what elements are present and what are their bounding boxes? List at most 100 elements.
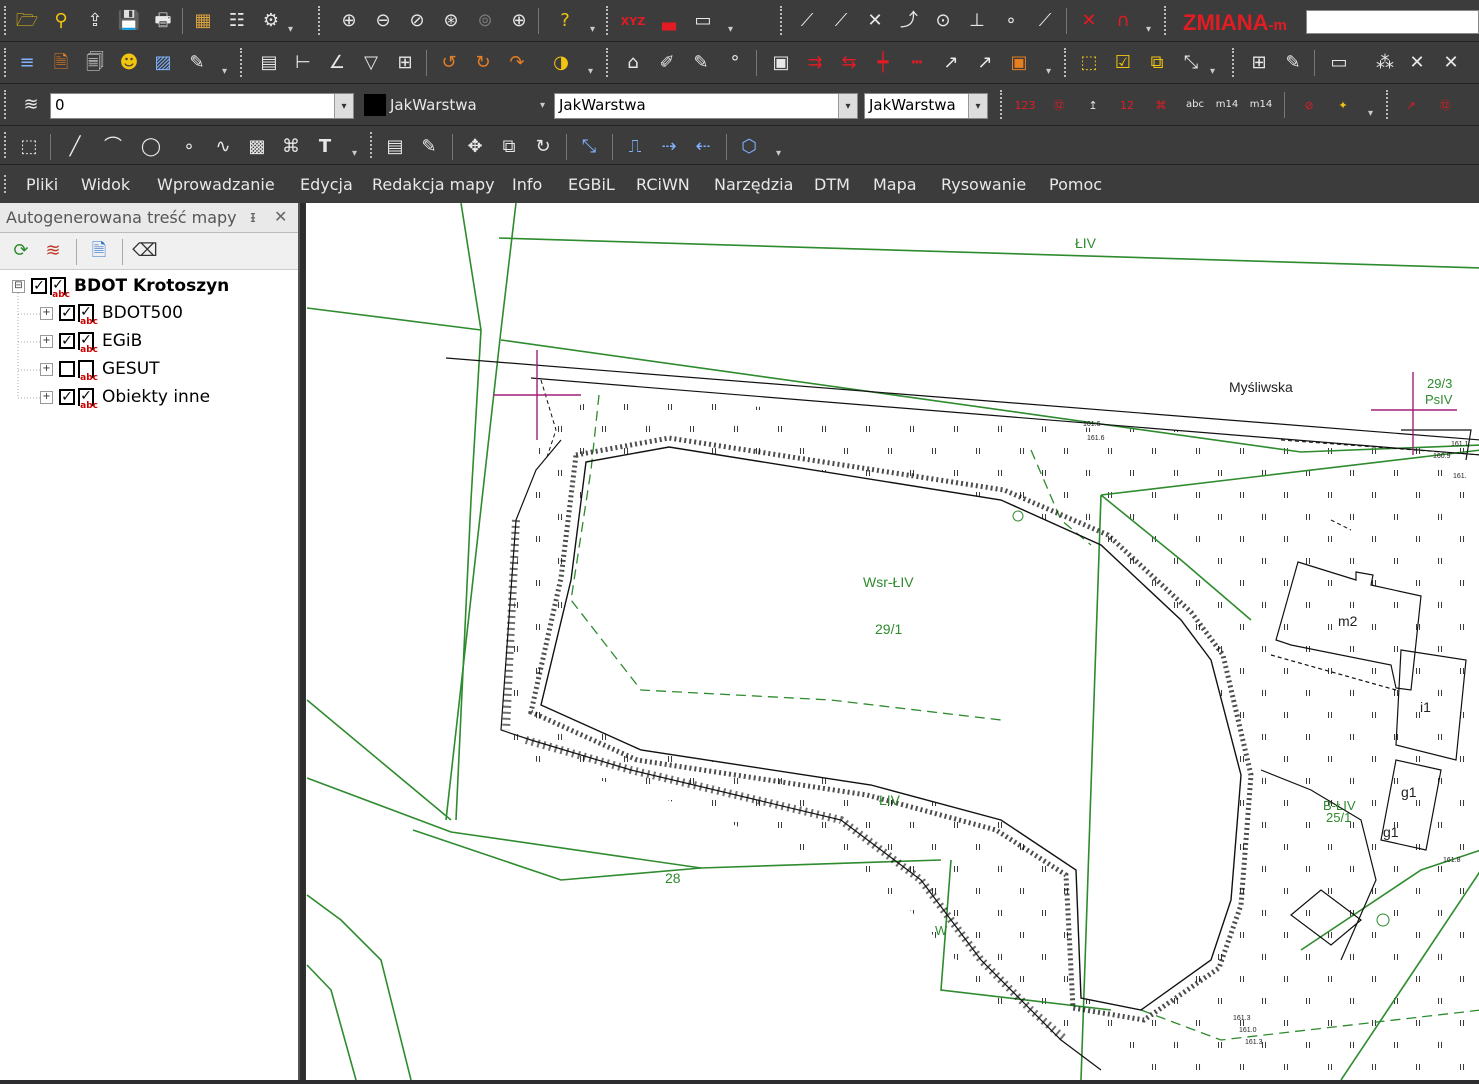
color-swatch[interactable] xyxy=(364,94,386,116)
menu-wprowadzanie[interactable]: Wprowadzanie xyxy=(157,175,275,194)
user-info-icon[interactable]: ☻ xyxy=(116,50,142,76)
height-rotate-icon[interactable]: ⑫ xyxy=(1046,92,1072,118)
block-icon[interactable]: ▤ xyxy=(382,134,408,160)
print-icon[interactable]: 🖶 xyxy=(150,8,176,34)
chevron-down-icon[interactable]: ▾ xyxy=(1046,66,1051,77)
text-icon[interactable]: T xyxy=(312,134,338,160)
m14-label-icon[interactable]: m14 xyxy=(1214,92,1240,118)
snap-intersection-icon[interactable]: ✕ xyxy=(862,8,888,34)
angle-icon[interactable]: ∠ xyxy=(324,50,350,76)
select-icon[interactable]: ⬚ xyxy=(1076,50,1102,76)
chevron-down-icon[interactable]: ▾ xyxy=(838,94,857,118)
zoom-in-icon[interactable]: ⊕ xyxy=(336,8,362,34)
chevron-down-icon[interactable]: ▾ xyxy=(588,66,593,77)
import-icon[interactable]: ⇪ xyxy=(82,8,108,34)
menu-pomoc[interactable]: Pomoc xyxy=(1049,175,1102,194)
height-delete-icon[interactable]: ⊘ xyxy=(1296,92,1322,118)
toolbar-grip[interactable] xyxy=(780,6,786,35)
chevron-down-icon[interactable]: ▾ xyxy=(776,148,781,159)
height-edit-icon[interactable]: ↗ xyxy=(1398,92,1424,118)
map-canvas[interactable]: ıı ıı xyxy=(305,202,1479,1081)
chevron-down-icon[interactable]: ▾ xyxy=(968,94,987,118)
copy-icon[interactable]: ⧉ xyxy=(1144,50,1170,76)
toolbar-grip[interactable] xyxy=(4,132,10,158)
line-icon[interactable]: ╱ xyxy=(62,134,88,160)
open-folder-icon[interactable]: 🗁 xyxy=(14,8,40,34)
edit-grid-icon[interactable]: ✎ xyxy=(1280,50,1306,76)
building-icon[interactable]: ⌂ xyxy=(620,50,646,76)
delete-points-icon[interactable]: ⁂ xyxy=(1372,50,1398,76)
scale-object-icon[interactable]: ⤡ xyxy=(576,134,602,160)
toolbar-grip[interactable] xyxy=(4,175,10,193)
close-icon[interactable]: ✕ xyxy=(1438,50,1464,76)
xyz-coordinates-icon[interactable]: XYZ xyxy=(620,8,646,34)
menu-rysowanie[interactable]: Rysowanie xyxy=(941,175,1026,194)
text-move-icon[interactable]: ↷ xyxy=(504,50,530,76)
line-trim-icon[interactable]: ┅ xyxy=(904,50,930,76)
extend-icon[interactable]: ⇢ xyxy=(656,134,682,160)
toolbar-grip[interactable] xyxy=(4,90,10,119)
toolbar-grip[interactable] xyxy=(318,6,324,35)
triangle-icon[interactable]: ▽ xyxy=(358,50,384,76)
pan-crosshair-icon[interactable]: ⊕ xyxy=(506,8,532,34)
height-up-icon[interactable]: ↥ xyxy=(1080,92,1106,118)
toolbar-grip[interactable] xyxy=(606,48,612,77)
snap-center-icon[interactable]: ⊙ xyxy=(930,8,956,34)
toolbar-grip[interactable] xyxy=(4,48,10,77)
move-icon[interactable]: ✥ xyxy=(462,134,488,160)
vector-point-icon[interactable]: ↗ xyxy=(972,50,998,76)
menu-mapa[interactable]: Mapa xyxy=(873,175,917,194)
symbol-icon[interactable]: ⌘ xyxy=(278,134,304,160)
chevron-down-icon[interactable]: ▾ xyxy=(1210,66,1215,77)
circle-icon[interactable]: ◯ xyxy=(138,134,164,160)
close-icon[interactable]: ✕ xyxy=(1404,50,1430,76)
snap-nearest-icon[interactable]: ⟋ xyxy=(1032,8,1058,34)
text-align-icon[interactable]: ↻ xyxy=(470,50,496,76)
toolbar-grip[interactable] xyxy=(1386,90,1392,119)
toolbar-grip[interactable] xyxy=(4,6,10,35)
abc-label-icon[interactable]: abc xyxy=(1182,92,1208,118)
toolbar-grip[interactable] xyxy=(1232,48,1238,77)
edit-object-icon[interactable]: ✎ xyxy=(184,50,210,76)
angle-measure-icon[interactable]: ° xyxy=(722,50,748,76)
line-offset-icon[interactable]: ⇉ xyxy=(802,50,828,76)
hatch-icon[interactable]: ▨ xyxy=(150,50,176,76)
m14-alt-label-icon[interactable]: m14 xyxy=(1248,92,1274,118)
hatch-area-icon[interactable]: ▩ xyxy=(244,134,270,160)
chevron-down-icon[interactable]: ▾ xyxy=(540,100,545,111)
toolbar-grip[interactable] xyxy=(1000,90,1006,119)
snap-extension-icon[interactable]: ⤴ xyxy=(896,8,922,34)
height-label-icon[interactable]: 123 xyxy=(1012,92,1038,118)
snap-node-icon[interactable]: ∘ xyxy=(998,8,1024,34)
arc-icon[interactable]: ◑ xyxy=(548,50,574,76)
menu-pliki[interactable]: Pliki xyxy=(26,175,58,194)
height-cycle-icon[interactable]: ⑫ xyxy=(1432,92,1458,118)
chevron-down-icon[interactable]: ▾ xyxy=(352,148,357,159)
rotate-icon[interactable]: ↻ xyxy=(530,134,556,160)
vector-icon[interactable]: ↗ xyxy=(938,50,964,76)
height-select-icon[interactable]: ✦ xyxy=(1330,92,1356,118)
layers-icon[interactable]: ▦ xyxy=(190,8,216,34)
properties-icon[interactable]: ☷ xyxy=(224,8,250,34)
toolbar-grip[interactable] xyxy=(1164,6,1170,35)
menu-rciwn[interactable]: RCiWN xyxy=(636,175,690,194)
table-icon[interactable]: ▤ xyxy=(256,50,282,76)
layer-select[interactable]: 0 ▾ xyxy=(50,93,354,119)
arc-tool-icon[interactable]: ⌒ xyxy=(100,134,126,160)
snap-midpoint-icon[interactable]: ⟋ xyxy=(828,8,854,34)
snap-endpoint-icon[interactable]: ⟋ xyxy=(794,8,820,34)
scale-icon[interactable]: ⤡ xyxy=(1178,50,1204,76)
offset-icon[interactable]: ⎍ xyxy=(622,134,648,160)
trim-icon[interactable]: ⇠ xyxy=(690,134,716,160)
point-on-line-icon[interactable]: ┿ xyxy=(870,50,896,76)
profile-icon[interactable]: ▭ xyxy=(690,8,716,34)
height-double-icon[interactable]: 12 xyxy=(1114,92,1140,118)
toolbar-grip[interactable] xyxy=(240,48,246,77)
menu-narzedzia[interactable]: Narzędzia xyxy=(714,175,793,194)
search-tool-icon[interactable]: ⚲ xyxy=(48,8,74,34)
menu-widok[interactable]: Widok xyxy=(81,175,130,194)
toolbar-grip[interactable] xyxy=(1064,48,1070,77)
chevron-down-icon[interactable]: ▾ xyxy=(288,24,293,35)
menu-info[interactable]: Info xyxy=(512,175,542,194)
document-edit-icon[interactable]: 🗎 xyxy=(48,50,74,76)
